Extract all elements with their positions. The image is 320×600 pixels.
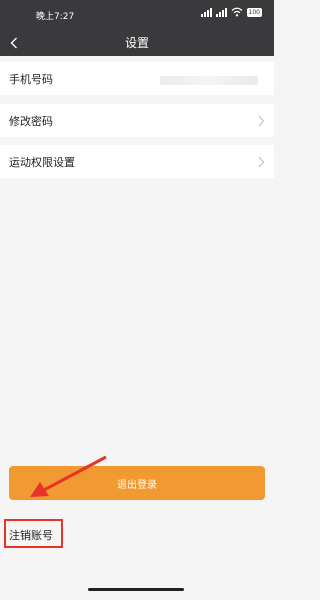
settings-item-phone[interactable]: 手机号码 xyxy=(0,62,274,95)
settings-item-label: 修改密码 xyxy=(9,114,53,128)
logout-button[interactable]: 退出登录 xyxy=(9,466,265,500)
chevron-right-icon xyxy=(258,115,265,127)
chevron-right-icon xyxy=(258,156,265,168)
wifi-icon xyxy=(231,7,242,17)
home-indicator[interactable] xyxy=(88,588,184,591)
status-time: 晚上7:27 xyxy=(36,12,75,22)
battery-icon: 100 xyxy=(246,7,262,17)
settings-item-motion-permission[interactable]: 运动权限设置 xyxy=(0,145,274,178)
settings-item-label: 运动权限设置 xyxy=(9,155,75,169)
status-bar: 晚上7:27 100 xyxy=(0,0,274,30)
nav-bar: 设置 xyxy=(0,30,274,56)
signal-icon xyxy=(200,7,212,17)
phone-number-masked xyxy=(160,76,258,85)
status-icons: 100 xyxy=(200,7,262,17)
settings-item-change-password[interactable]: 修改密码 xyxy=(0,104,274,137)
cancel-account-link[interactable]: 注销账号 xyxy=(9,527,53,543)
settings-item-label: 手机号码 xyxy=(9,72,53,86)
signal-icon-2 xyxy=(215,7,227,17)
page-title: 设置 xyxy=(124,36,149,50)
